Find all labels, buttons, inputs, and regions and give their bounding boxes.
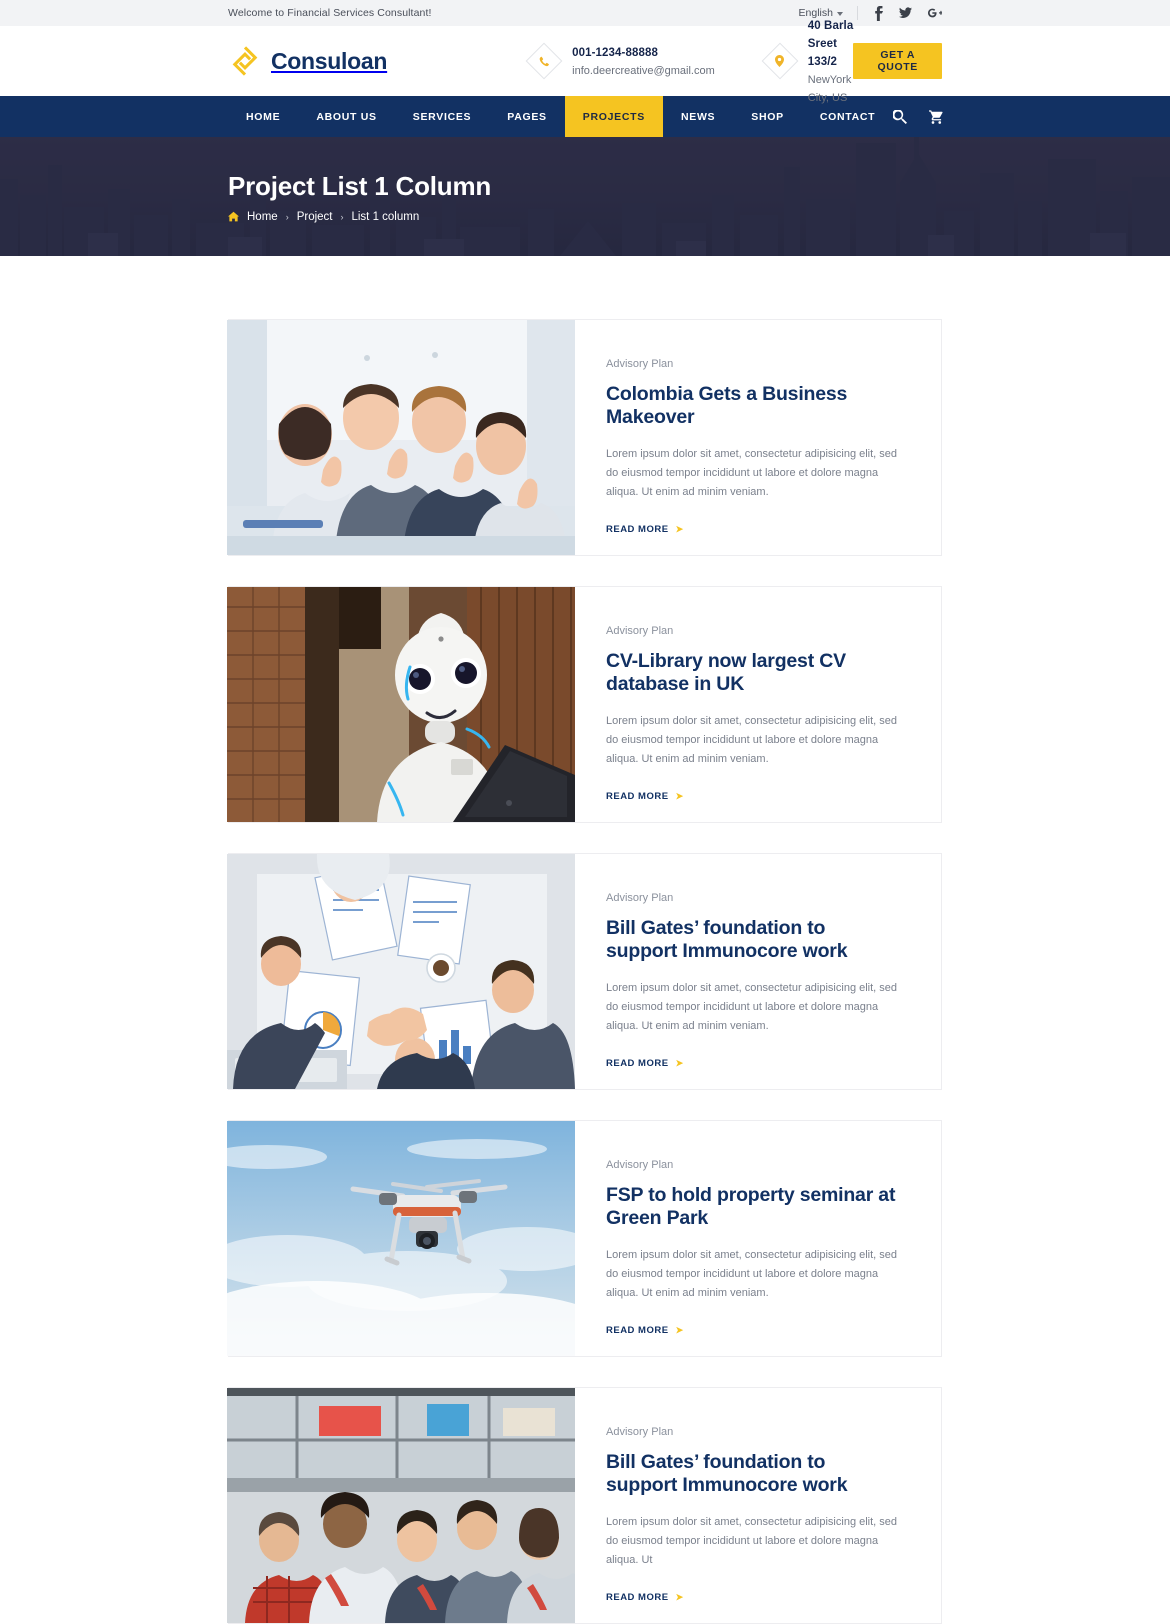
project-category: Advisory Plan [606,892,674,904]
read-more-link[interactable]: READ MORE ➤ [606,1058,684,1069]
project-thumbnail-white-robot[interactable] [227,587,575,822]
arrow-right-icon: ➤ [675,1324,684,1335]
nav-item-contact[interactable]: CONTACT [802,96,893,137]
nav-item-about-us[interactable]: ABOUT US [298,96,394,137]
project-category: Advisory Plan [606,1426,674,1438]
contact-street: 40 Barla Sreet 133/2 [807,20,854,68]
project-excerpt: Lorem ipsum dolor sit amet, consectetur … [606,1515,898,1567]
breadcrumb-current: List 1 column [351,210,420,223]
read-more-label: READ MORE [606,1591,669,1603]
site-header: Consuloan 001-1234-88888 info.deercreati… [0,20,1170,104]
project-card[interactable]: Advisory Plan Bill Gates’ foundation to … [227,853,942,1090]
main-navigation: HOME ABOUT US SERVICES PAGES PROJECTS NE… [0,96,1170,137]
nav-item-shop[interactable]: SHOP [733,96,802,137]
project-category: Advisory Plan [606,625,674,637]
breadcrumb-home[interactable]: Home [247,211,278,223]
nav-item-home[interactable]: HOME [228,96,298,137]
project-thumbnail-team-thumbs-up[interactable] [227,320,575,555]
search-icon[interactable] [893,109,908,124]
page-title: Project List 1 Column [228,170,492,201]
project-thumbnail-drone-in-sky[interactable] [227,1121,575,1356]
project-title[interactable]: Bill Gates’ foundation to support Immuno… [606,1451,899,1498]
project-excerpt: Lorem ipsum dolor sit amet, consectetur … [606,714,898,766]
header-contacts: 001-1234-88888 info.deercreative@gmail.c… [525,16,854,106]
nav-item-news[interactable]: NEWS [663,96,733,137]
read-more-link[interactable]: READ MORE ➤ [606,791,684,802]
project-excerpt: Lorem ipsum dolor sit amet, consectetur … [606,447,898,499]
page-root: Welcome to Financial Services Consultant… [0,0,1170,1624]
breadcrumb-separator: › [285,211,289,222]
breadcrumb-separator: › [340,211,344,222]
read-more-label: READ MORE [606,790,669,802]
nav-item-pages[interactable]: PAGES [489,96,564,137]
nav-item-projects[interactable]: PROJECTS [564,96,663,137]
project-card[interactable]: Advisory Plan CV-Library now largest CV … [227,586,942,823]
project-excerpt: Lorem ipsum dolor sit amet, consectetur … [606,981,898,1033]
consuloan-logo-icon [232,46,258,76]
project-card[interactable]: Advisory Plan Bill Gates’ foundation to … [227,1387,942,1624]
map-marker-icon [761,42,799,80]
project-title[interactable]: CV-Library now largest CV database in UK [606,650,899,697]
arrow-right-icon: ➤ [675,1057,684,1068]
twitter-icon[interactable] [899,7,912,19]
project-category: Advisory Plan [606,1159,674,1171]
brand-name: Consuloan [271,47,388,74]
brand-logo[interactable]: Consuloan [228,44,387,78]
breadcrumb-project[interactable]: Project [297,211,333,223]
get-a-quote-button[interactable]: GET A QUOTE [853,43,942,79]
contact-phone-number: 001-1234-88888 [572,47,658,59]
cart-icon[interactable] [929,109,944,124]
nav-utility-icons [893,96,944,137]
read-more-label: READ MORE [606,523,669,535]
project-title[interactable]: FSP to hold property seminar at Green Pa… [606,1184,899,1231]
arrow-right-icon: ➤ [675,523,684,534]
read-more-link[interactable]: READ MORE ➤ [606,1592,684,1603]
arrow-right-icon: ➤ [675,1591,684,1602]
chevron-down-icon [837,12,843,16]
project-card[interactable]: Advisory Plan Colombia Gets a Business M… [227,319,942,556]
read-more-label: READ MORE [606,1057,669,1069]
project-title[interactable]: Colombia Gets a Business Makeover [606,383,899,430]
welcome-message: Welcome to Financial Services Consultant… [228,7,432,19]
read-more-link[interactable]: READ MORE ➤ [606,1325,684,1336]
breadcrumb: Home › Project › List 1 column [228,211,942,223]
home-icon [228,211,239,222]
social-links [858,5,942,21]
contact-address[interactable]: 40 Barla Sreet 133/2 NewYork City, US [761,16,854,106]
project-thumbnail-students-classroom[interactable] [227,1388,575,1623]
read-more-label: READ MORE [606,1324,669,1336]
project-title[interactable]: Bill Gates’ foundation to support Immuno… [606,917,899,964]
nav-item-services[interactable]: SERVICES [395,96,490,137]
project-card[interactable]: Advisory Plan FSP to hold property semin… [227,1120,942,1357]
read-more-link[interactable]: READ MORE ➤ [606,524,684,535]
project-list: Advisory Plan Colombia Gets a Business M… [0,256,1170,1624]
google-plus-icon[interactable] [928,7,942,19]
contact-email: info.deercreative@gmail.com [572,65,715,77]
arrow-right-icon: ➤ [675,790,684,801]
project-excerpt: Lorem ipsum dolor sit amet, consectetur … [606,1248,898,1300]
project-category: Advisory Plan [606,358,674,370]
contact-phone[interactable]: 001-1234-88888 info.deercreative@gmail.c… [525,42,715,80]
page-banner: Project List 1 Column Home › Project › L… [0,137,1170,256]
facebook-icon[interactable] [874,5,883,21]
project-thumbnail-business-meeting-handshake[interactable] [227,854,575,1089]
nav-list: HOME ABOUT US SERVICES PAGES PROJECTS NE… [228,96,893,137]
phone-icon [525,42,563,80]
